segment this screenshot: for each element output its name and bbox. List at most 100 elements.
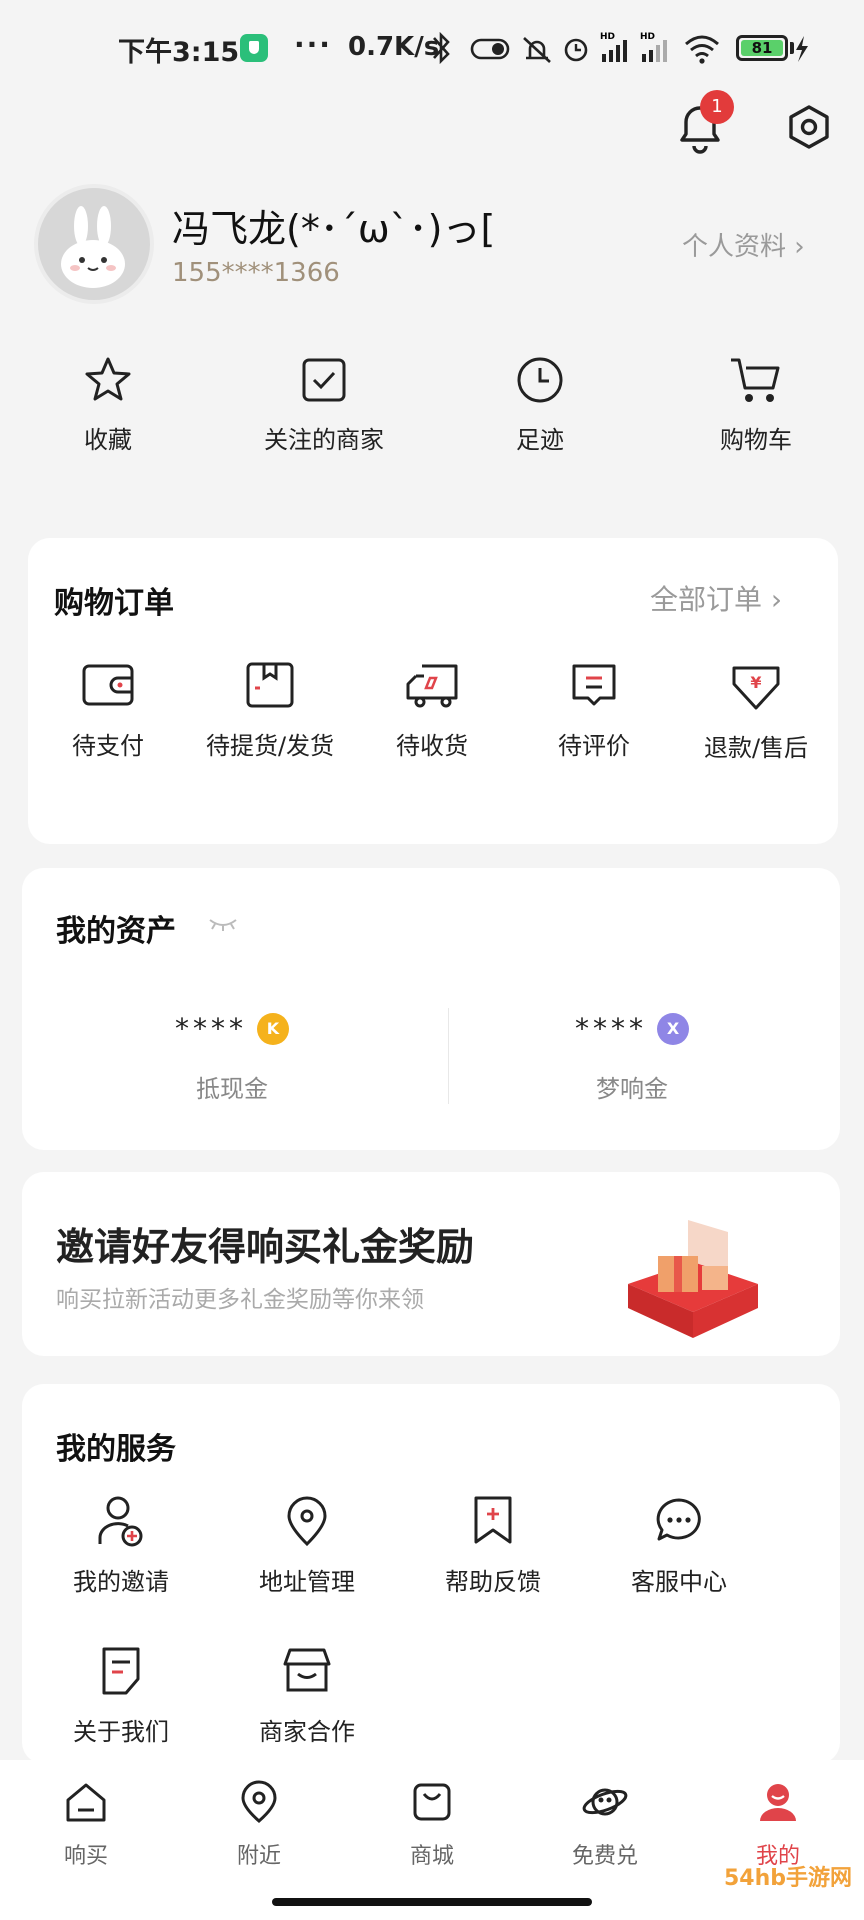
- username: 冯飞龙(*･´ω`･)っ[: [172, 207, 496, 251]
- order-refund[interactable]: ¥ 退款/售后: [676, 660, 836, 763]
- order-pending-payment[interactable]: 待支付: [28, 660, 188, 761]
- avatar[interactable]: [34, 184, 154, 304]
- services-card: 我的服务 我的邀请 地址管理 帮助反馈 客服中心 关于我们 商家合作: [22, 1384, 840, 1764]
- planet-icon: [582, 1788, 628, 1816]
- star-icon: [85, 357, 131, 401]
- service-label: 客服中心: [631, 1568, 727, 1596]
- package-icon: [246, 662, 294, 708]
- status-time: 下午3:15: [118, 37, 240, 68]
- quick-label: 足迹: [516, 426, 564, 454]
- asset-label: 抵现金: [196, 1075, 268, 1103]
- nav-label: 附近: [236, 1844, 281, 1869]
- user-plus-icon: [98, 1496, 143, 1547]
- bookmark-plus-icon: [474, 1496, 512, 1544]
- invite-subtitle: 响买拉新活动更多礼金奖励等你来领: [56, 1287, 424, 1313]
- nav-label: 商城: [409, 1844, 454, 1869]
- quick-label: 收藏: [84, 426, 132, 454]
- services-title: 我的服务: [56, 1432, 176, 1467]
- service-label: 关于我们: [73, 1718, 169, 1746]
- nav-mine[interactable]: 我的: [692, 1780, 864, 1870]
- battery-icon: 81: [736, 35, 788, 61]
- location-icon: [241, 1780, 277, 1823]
- home-indicator[interactable]: [272, 1898, 592, 1906]
- assets-title: 我的资产: [56, 914, 176, 949]
- asset-value: ****: [175, 1012, 247, 1045]
- orders-card: 购物订单 全部订单 › 待支付 待提货/发货 待收货 待评价 ¥ 退款/售后: [28, 538, 838, 844]
- more-notifications-icon: ···: [294, 28, 332, 61]
- refund-icon: ¥: [732, 666, 780, 710]
- phone-number: 155****1366: [172, 258, 340, 288]
- storefront-icon: [283, 1648, 331, 1692]
- order-label: 待提货/发货: [205, 732, 335, 760]
- status-bar: 下午3:15 ··· 0.7K/s HD HD 81: [0, 0, 864, 96]
- user-icon: [760, 1784, 796, 1821]
- service-label: 地址管理: [259, 1568, 355, 1596]
- invite-banner[interactable]: 邀请好友得响买礼金奖励 响买拉新活动更多礼金奖励等你来领: [22, 1172, 840, 1356]
- invite-title: 邀请好友得响买礼金奖励: [56, 1225, 475, 1269]
- service-label: 我的邀请: [73, 1568, 169, 1596]
- watermark: 54hb手游网: [724, 1866, 853, 1891]
- order-label: 待收货: [396, 732, 468, 760]
- service-label: 帮助反馈: [445, 1568, 541, 1596]
- order-pending-receipt[interactable]: 待收货: [352, 660, 512, 761]
- orders-title: 购物订单: [54, 586, 174, 621]
- all-orders-link[interactable]: 全部订单 ›: [650, 578, 782, 618]
- quick-followed-shops[interactable]: 关注的商家: [244, 354, 404, 474]
- chat-bubble-icon: [656, 1498, 701, 1541]
- order-pending-review[interactable]: 待评价: [514, 660, 674, 761]
- quick-label: 关注的商家: [264, 426, 384, 454]
- bottom-nav: 响买 附近 商城 免费兑 我的: [0, 1760, 864, 1920]
- nav-label: 免费兑: [571, 1844, 638, 1869]
- cart-icon: [731, 358, 780, 402]
- quick-favorites[interactable]: 收藏: [28, 354, 188, 474]
- x-coin-icon: X: [657, 1012, 689, 1045]
- asset-value: ****: [575, 1012, 647, 1045]
- assets-card: 我的资产 **** K 抵现金 **** X 梦响金: [22, 868, 840, 1150]
- asset-divider: [448, 1008, 449, 1104]
- nav-home[interactable]: 响买: [0, 1780, 172, 1870]
- document-icon: [102, 1647, 140, 1695]
- comment-icon: [572, 664, 616, 706]
- asset-cash-credit[interactable]: **** K 抵现金: [52, 1012, 412, 1104]
- nav-mall[interactable]: 商城: [346, 1780, 518, 1870]
- k-coin-icon: K: [257, 1012, 289, 1045]
- nav-nearby[interactable]: 附近: [173, 1780, 345, 1870]
- settings-icon[interactable]: [786, 104, 832, 150]
- network-speed: 0.7K/s: [348, 32, 440, 62]
- check-square-icon: [302, 358, 346, 402]
- order-label: 待支付: [72, 732, 144, 760]
- truck-icon: [406, 664, 458, 708]
- service-my-invites[interactable]: 我的邀请: [28, 1494, 214, 1597]
- nav-free-exchange[interactable]: 免费兑: [519, 1780, 691, 1870]
- service-customer-center[interactable]: 客服中心: [586, 1494, 772, 1597]
- battery-level: 81: [741, 40, 783, 56]
- rabbit-avatar-icon: [61, 206, 125, 288]
- shopping-bag-icon: [413, 1783, 451, 1821]
- order-pending-shipment[interactable]: 待提货/发货: [190, 660, 350, 761]
- hide-eye-icon[interactable]: [208, 916, 238, 932]
- svg-text:HD: HD: [640, 32, 655, 42]
- svg-text:¥: ¥: [750, 673, 761, 692]
- quick-cart[interactable]: 购物车: [676, 354, 836, 474]
- service-about-us[interactable]: 关于我们: [28, 1644, 214, 1747]
- notification-badge: 1: [700, 90, 734, 124]
- svg-text:HD: HD: [600, 32, 615, 42]
- order-label: 待评价: [558, 732, 630, 760]
- quick-history[interactable]: 足迹: [460, 354, 620, 474]
- home-icon: [66, 1783, 106, 1822]
- quick-label: 购物车: [720, 426, 792, 454]
- profile-link[interactable]: 个人资料 ›: [682, 226, 805, 263]
- service-label: 商家合作: [259, 1718, 355, 1746]
- asset-dream-gold[interactable]: **** X 梦响金: [452, 1012, 812, 1104]
- gift-box-icon: [628, 1220, 758, 1338]
- service-help-feedback[interactable]: 帮助反馈: [400, 1494, 586, 1597]
- wallet-icon: [82, 664, 134, 706]
- clock-icon: [517, 357, 563, 403]
- security-shield-icon: [240, 34, 268, 62]
- asset-label: 梦响金: [596, 1075, 668, 1103]
- service-address[interactable]: 地址管理: [214, 1494, 400, 1597]
- nav-label: 响买: [63, 1844, 108, 1869]
- battery-tip: [790, 42, 794, 54]
- service-merchant-cooperation[interactable]: 商家合作: [214, 1644, 400, 1747]
- location-pin-icon: [287, 1496, 327, 1547]
